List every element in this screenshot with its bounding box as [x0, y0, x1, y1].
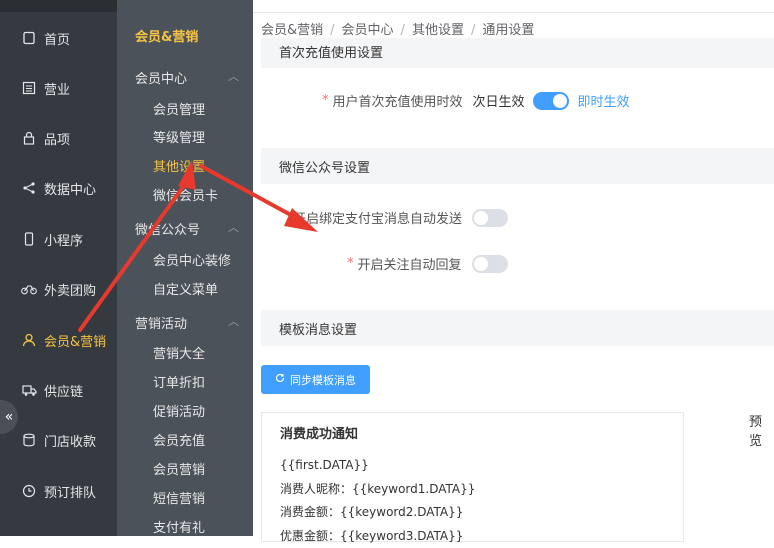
- sidebar2-title: 会员&营销: [135, 26, 198, 45]
- nav-store-payment-label: 门店收款: [44, 431, 96, 450]
- nav-home-label: 首页: [44, 29, 70, 48]
- option-immediate[interactable]: 即时生效: [578, 91, 630, 110]
- user-icon: [21, 332, 37, 348]
- bicycle-icon: [21, 281, 37, 297]
- nav-business[interactable]: 营业: [0, 63, 117, 113]
- nav-member-marketing[interactable]: 会员&营销: [0, 315, 117, 365]
- sidebar-item-member-marketing[interactable]: 会员营销: [153, 459, 205, 478]
- nav-delivery[interactable]: 外卖团购: [0, 264, 117, 314]
- chevron-up-icon: ︿: [228, 219, 239, 238]
- preview-label[interactable]: 预览: [749, 411, 774, 449]
- nav-booking-queue-label: 预订排队: [44, 482, 96, 501]
- first-recharge-label: 用户首次充值使用时效: [333, 91, 463, 110]
- chevron-up-icon: ︿: [228, 313, 239, 332]
- clock-icon: [21, 483, 37, 499]
- sidebar-item-sms-marketing[interactable]: 短信营销: [153, 488, 205, 507]
- nav-miniprogram-label: 小程序: [44, 230, 83, 249]
- section-header-first-recharge: 首次充值使用设置: [261, 38, 774, 68]
- nav-home[interactable]: 首页: [0, 13, 117, 63]
- nav-data-center[interactable]: 数据中心: [0, 163, 117, 213]
- section-title: 微信公众号设置: [279, 157, 370, 176]
- sync-template-label: 同步模板消息: [290, 372, 356, 388]
- refresh-icon: [275, 373, 285, 386]
- breadcrumb-item[interactable]: 会员&营销: [261, 23, 323, 38]
- section-title: 首次充值使用设置: [279, 42, 383, 61]
- sidebar-item-level-management[interactable]: 等级管理: [153, 127, 205, 146]
- truck-icon: [21, 382, 37, 398]
- breadcrumb-item[interactable]: 其他设置: [412, 23, 464, 38]
- template-line: {{first.DATA}}: [280, 454, 665, 478]
- nav-supply-chain-label: 供应链: [44, 381, 83, 400]
- group-member-center[interactable]: 会员中心 ︿: [135, 68, 253, 87]
- first-recharge-switch[interactable]: [533, 92, 569, 110]
- group-label: 营销活动: [135, 313, 187, 332]
- sidebar-item-member-center-decor[interactable]: 会员中心装修: [153, 250, 231, 269]
- sidebar-item-other-settings[interactable]: 其他设置: [153, 156, 205, 175]
- template-line: 优惠金额：{{keyword3.DATA}}: [280, 525, 665, 548]
- breadcrumb-item-current: 通用设置: [482, 23, 534, 38]
- group-marketing[interactable]: 营销活动 ︿: [135, 313, 253, 332]
- calculator-icon: [21, 80, 37, 96]
- follow-auto-reply-row: * 开启关注自动回复: [347, 254, 508, 273]
- nav-miniprogram[interactable]: 小程序: [0, 214, 117, 264]
- phone-icon: [21, 231, 37, 247]
- option-next-day[interactable]: 次日生效: [473, 91, 525, 110]
- follow-auto-reply-label: 开启关注自动回复: [358, 254, 462, 273]
- sidebar-item-order-discount[interactable]: 订单折扣: [153, 372, 205, 391]
- template-line: 消费人昵称：{{keyword1.DATA}}: [280, 478, 665, 502]
- sidebar-item-wechat-card[interactable]: 微信会员卡: [153, 185, 218, 204]
- section-title: 模板消息设置: [279, 319, 357, 338]
- nav-member-marketing-label: 会员&营销: [44, 331, 106, 350]
- main-content: 会员&营销/会员中心/其他设置/通用设置 首次充值使用设置 * 用户首次充值使用…: [253, 0, 774, 536]
- follow-auto-reply-switch[interactable]: [472, 255, 508, 273]
- sidebar-item-member-recharge[interactable]: 会员充值: [153, 430, 205, 449]
- double-chevron-left-icon: «: [5, 409, 14, 425]
- top-strip: [0, 0, 117, 12]
- nav-store-payment[interactable]: 门店收款: [0, 415, 117, 465]
- share-icon: [21, 180, 37, 196]
- breadcrumb: 会员&营销/会员中心/其他设置/通用设置: [261, 19, 534, 38]
- section-header-template: 模板消息设置: [261, 310, 774, 346]
- template-card-title: 消费成功通知: [280, 423, 665, 442]
- sidebar-item-pay-gift[interactable]: 支付有礼: [153, 517, 205, 536]
- first-recharge-row: * 用户首次充值使用时效 次日生效 即时生效: [322, 91, 630, 110]
- nav-items[interactable]: 品项: [0, 113, 117, 163]
- nav-booking-queue[interactable]: 预订排队: [0, 466, 117, 516]
- nav-business-label: 营业: [44, 79, 70, 98]
- lock-icon: [21, 130, 37, 146]
- nav-items-label: 品项: [44, 129, 70, 148]
- primary-sidebar: 首页 营业 品项 数据中心 小程序 外卖团购 会员&营销: [0, 0, 117, 536]
- alipay-auto-send-label: 开启绑定支付宝消息自动发送: [293, 208, 462, 227]
- nav-supply-chain[interactable]: 供应链: [0, 365, 117, 415]
- section-header-wechat: 微信公众号设置: [261, 148, 774, 184]
- alipay-auto-send-row: 开启绑定支付宝消息自动发送: [293, 208, 508, 227]
- sidebar-item-custom-menu[interactable]: 自定义菜单: [153, 279, 218, 298]
- divider: [253, 12, 774, 13]
- home-icon: [21, 30, 37, 46]
- sync-template-button[interactable]: 同步模板消息: [261, 365, 370, 394]
- database-icon: [21, 432, 37, 448]
- group-label: 微信公众号: [135, 219, 200, 238]
- nav-delivery-label: 外卖团购: [44, 280, 96, 299]
- template-card: 消费成功通知 {{first.DATA}} 消费人昵称：{{keyword1.D…: [261, 412, 684, 542]
- alipay-auto-send-switch[interactable]: [472, 209, 508, 227]
- sidebar-item-marketing-all[interactable]: 营销大全: [153, 343, 205, 362]
- breadcrumb-item[interactable]: 会员中心: [342, 23, 394, 38]
- secondary-sidebar: 会员&营销 会员中心 ︿ 会员管理 等级管理 其他设置 微信会员卡 微信公众号 …: [117, 0, 253, 536]
- group-label: 会员中心: [135, 68, 187, 87]
- group-wechat-official[interactable]: 微信公众号 ︿: [135, 219, 253, 238]
- sidebar-item-promotion[interactable]: 促销活动: [153, 401, 205, 420]
- nav-data-center-label: 数据中心: [44, 179, 96, 198]
- sidebar-item-member-management[interactable]: 会员管理: [153, 99, 205, 118]
- chevron-up-icon: ︿: [228, 68, 239, 87]
- template-line: 消费金额：{{keyword2.DATA}}: [280, 501, 665, 525]
